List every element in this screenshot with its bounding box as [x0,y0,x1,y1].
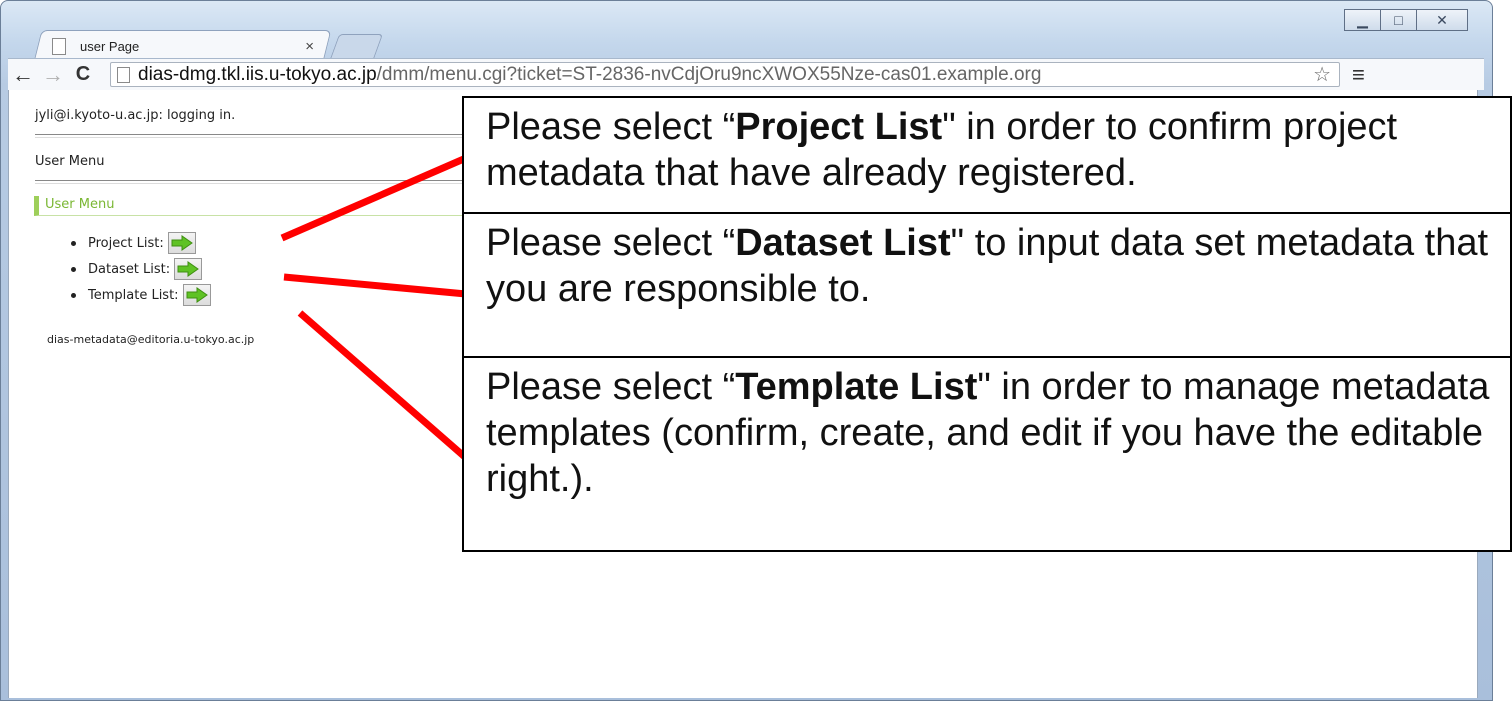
callout-keyword: Project List [735,106,943,148]
minimize-button[interactable]: ▁ [1344,9,1381,31]
tab-content[interactable]: user Page × [52,34,314,58]
project-list-arrow-button[interactable] [167,232,196,254]
bullet [71,266,76,272]
menu-list: Project List: Dataset List: Template Lis… [71,230,211,308]
callout-keyword: Template List [735,366,978,408]
window-controls: ▁ □ ✕ [1344,9,1468,31]
browser-toolbar: ← → C dias-dmg.tkl.iis.u-tokyo.ac.jp/dmm… [8,58,1484,90]
menu-item-template-list: Template List: [71,282,211,308]
right-arrow-icon [186,287,208,303]
menu-item-label: Project List: [88,235,164,251]
menu-heading: User Menu [35,154,105,169]
section-title: User Menu [34,196,474,216]
callout-project-list: Please select “Project List" in order to… [462,96,1512,214]
callout-text: Please select “ [486,222,736,264]
menu-item-dataset-list: Dataset List: [71,256,211,282]
forward-arrow-icon[interactable]: → [38,62,68,88]
address-bar[interactable]: dias-dmg.tkl.iis.u-tokyo.ac.jp/dmm/menu.… [110,62,1340,87]
tab-title: user Page [80,38,140,54]
menu-item-label: Template List: [88,287,179,303]
bullet [71,240,76,246]
right-arrow-icon [177,261,200,277]
dataset-list-arrow-button[interactable] [174,258,203,280]
url-path: /dmm/menu.cgi?ticket=ST-2836-nvCdjOru9nc… [376,63,1042,85]
contact-email: dias-metadata@editoria.u-tokyo.ac.jp [47,333,255,346]
close-tab-icon[interactable]: × [305,38,314,55]
callout-dataset-list: Please select “Dataset List" to input da… [462,212,1512,358]
divider [35,134,475,138]
menu-item-label: Dataset List: [88,261,171,277]
back-arrow-icon[interactable]: ← [8,62,38,88]
star-icon[interactable]: ☆ [1313,62,1331,87]
callout-keyword: Dataset List [735,222,951,264]
page-icon [52,37,66,55]
page-icon [117,66,130,83]
divider [35,180,475,184]
url-host: dias-dmg.tkl.iis.u-tokyo.ac.jp [138,63,377,85]
right-arrow-icon [171,235,193,251]
callout-text: Please select “ [486,366,736,408]
menu-item-project-list: Project List: [71,230,211,256]
callout-template-list: Please select “Template List" in order t… [462,356,1512,552]
menu-icon[interactable]: ≡ [1352,62,1365,88]
reload-icon[interactable]: C [68,63,98,86]
template-list-arrow-button[interactable] [182,284,211,306]
maximize-button[interactable]: □ [1380,9,1417,31]
bullet [71,292,76,298]
new-tab-button[interactable] [330,34,384,59]
login-status: jyli@i.kyoto-u.ac.jp: logging in. [35,108,236,123]
close-window-button[interactable]: ✕ [1416,9,1468,31]
callout-text: Please select “ [486,106,736,148]
